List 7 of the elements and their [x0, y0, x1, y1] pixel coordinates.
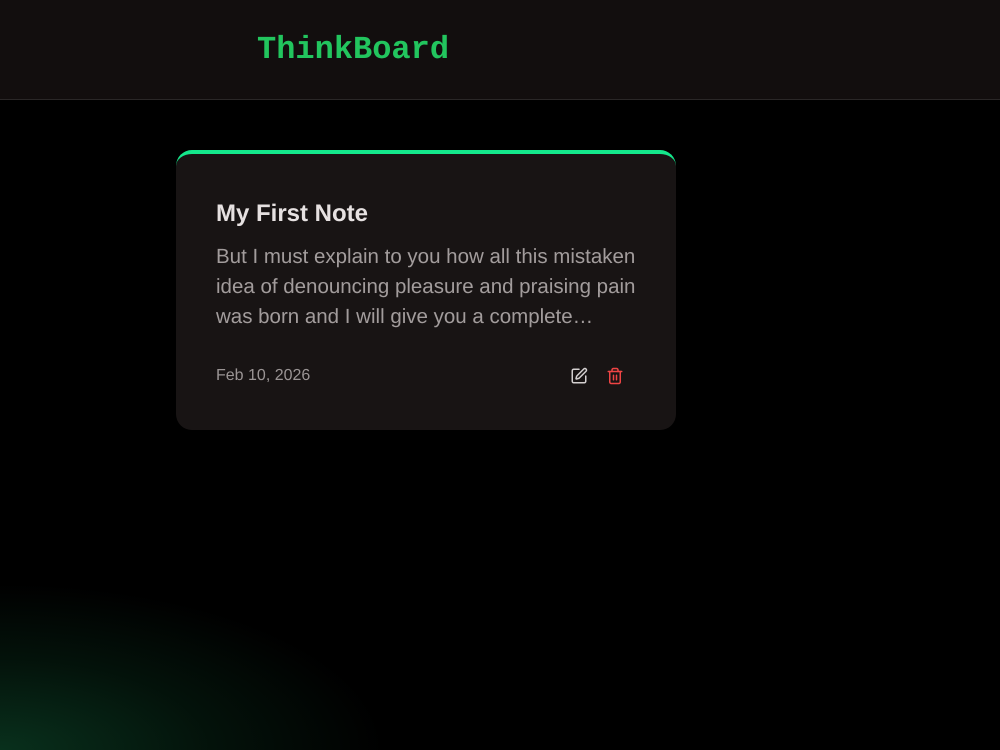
trash-icon: [606, 367, 624, 385]
note-date: Feb 10, 2026: [216, 366, 310, 386]
pencil-square-icon: [570, 367, 588, 385]
app-logo[interactable]: ThinkBoard: [257, 30, 450, 70]
note-excerpt: But I must explain to you how all this mistaken idea of denouncing pleasure and praising pain was born and I will give you a complete…: [216, 244, 636, 330]
note-card[interactable]: My First Note But I must explain to you how all this mistaken idea of denouncing pleasure and praising pain was born and I will give you a complete… Feb 10, 2026: [176, 150, 676, 430]
note-title: My First Note: [216, 199, 370, 229]
